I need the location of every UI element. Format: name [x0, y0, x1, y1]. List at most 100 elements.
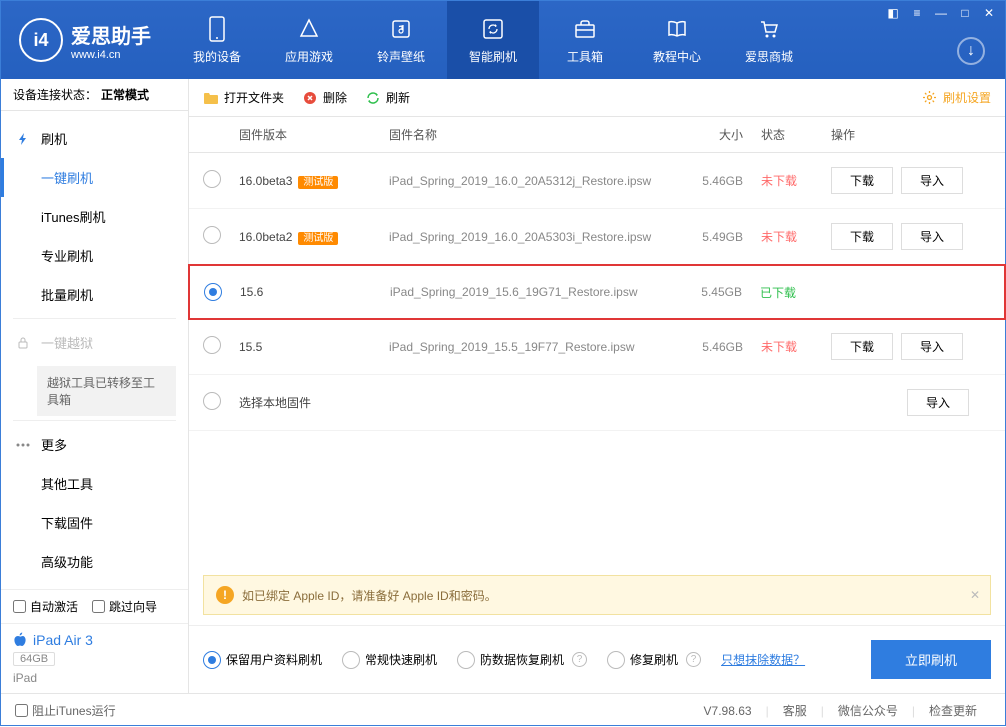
skip-wizard-checkbox[interactable]: 跳过向导 [92, 598, 157, 615]
sidebar-item-oneclick[interactable]: 一键刷机 [1, 158, 188, 197]
option-quick[interactable]: 常规快速刷机 [342, 651, 437, 669]
firmware-name: iPad_Spring_2019_15.5_19F77_Restore.ipsw [389, 340, 681, 354]
flash-settings-button[interactable]: 刷机设置 [922, 89, 991, 106]
firmware-status: 未下载 [761, 338, 831, 355]
nav-store[interactable]: 爱思商城 [723, 1, 815, 79]
sidebar-flash-header[interactable]: 刷机 [1, 119, 188, 158]
check-update-link[interactable]: 检查更新 [929, 702, 977, 719]
th-size: 大小 [681, 126, 761, 143]
maximize-icon[interactable]: □ [957, 5, 973, 21]
table-row[interactable]: 15.6 iPad_Spring_2019_15.6_19G71_Restore… [188, 264, 1006, 320]
nav-tutorial[interactable]: 教程中心 [631, 1, 723, 79]
delete-button[interactable]: 删除 [302, 89, 347, 106]
nav-toolbox[interactable]: 工具箱 [539, 1, 631, 79]
table-row[interactable]: 16.0beta2测试版 iPad_Spring_2019_16.0_20A53… [189, 209, 1005, 265]
nav-flash[interactable]: 智能刷机 [447, 1, 539, 79]
firmware-table: 16.0beta3测试版 iPad_Spring_2019_16.0_20A53… [189, 153, 1005, 431]
connection-status: 设备连接状态：正常模式 [1, 79, 188, 111]
app-site: www.i4.cn [71, 49, 151, 61]
close-icon[interactable]: ✕ [981, 5, 997, 21]
import-button[interactable]: 导入 [907, 389, 969, 416]
customer-service-link[interactable]: 客服 [783, 702, 807, 719]
download-button[interactable]: 下载 [831, 333, 893, 360]
download-button[interactable]: 下载 [831, 223, 893, 250]
firmware-name: iPad_Spring_2019_16.0_20A5312j_Restore.i… [389, 174, 681, 188]
footer: 阻止iTunes运行 V7.98.63 | 客服 | 微信公众号 | 检查更新 [1, 693, 1005, 727]
device-info[interactable]: iPad Air 3 64GB iPad [1, 623, 188, 693]
beta-badge: 测试版 [298, 232, 338, 245]
sidebar-item-pro[interactable]: 专业刷机 [1, 236, 188, 275]
sidebar-item-itunes[interactable]: iTunes刷机 [1, 197, 188, 236]
gear-icon [922, 90, 938, 106]
import-button[interactable]: 导入 [901, 167, 963, 194]
divider [13, 318, 176, 319]
table-row[interactable]: 16.0beta3测试版 iPad_Spring_2019_16.0_20A53… [189, 153, 1005, 209]
cart-icon [756, 16, 782, 42]
music-icon [388, 16, 414, 42]
lock-icon [15, 335, 31, 351]
download-indicator-icon[interactable]: ↓ [957, 37, 985, 65]
sidebar-item-advanced[interactable]: 高级功能 [1, 542, 188, 581]
table-row[interactable]: 15.5 iPad_Spring_2019_15.5_19F77_Restore… [189, 319, 1005, 375]
radio-icon [607, 651, 625, 669]
row-radio[interactable] [203, 170, 221, 188]
logo: i4 爱思助手 www.i4.cn [9, 18, 161, 62]
row-radio[interactable] [204, 283, 222, 301]
nav-apps[interactable]: 应用游戏 [263, 1, 355, 79]
local-firmware-label: 选择本地固件 [239, 394, 389, 411]
wechat-link[interactable]: 微信公众号 [838, 702, 898, 719]
firmware-version: 15.5 [239, 340, 262, 354]
app-name: 爱思助手 [71, 26, 151, 48]
row-radio[interactable] [203, 336, 221, 354]
firmware-version: 15.6 [240, 285, 263, 299]
option-antirecovery[interactable]: 防数据恢复刷机? [457, 651, 587, 669]
erase-link[interactable]: 只想抹除数据？ [721, 651, 805, 668]
option-keep-data[interactable]: 保留用户资料刷机 [203, 651, 322, 669]
th-ops: 操作 [831, 126, 991, 143]
firmware-version: 16.0beta2 [239, 230, 292, 244]
folder-icon [203, 90, 219, 106]
refresh-button[interactable]: 刷新 [365, 89, 410, 106]
apple-icon [13, 632, 27, 648]
menu-icon[interactable]: ≡ [909, 5, 925, 21]
book-icon [664, 16, 690, 42]
block-itunes-checkbox[interactable]: 阻止iTunes运行 [15, 702, 116, 719]
row-radio[interactable] [203, 392, 221, 410]
warning-icon: ! [216, 586, 234, 604]
warning-bar: ! 如已绑定 Apple ID，请准备好 Apple ID和密码。 ✕ [203, 575, 991, 615]
radio-icon [342, 651, 360, 669]
main-content: 打开文件夹 删除 刷新 刷机设置 固件版本 固件名称 大小 状态 操作 16.0… [189, 79, 1005, 693]
open-folder-button[interactable]: 打开文件夹 [203, 89, 284, 106]
firmware-size: 5.49GB [681, 230, 761, 244]
row-radio[interactable] [203, 226, 221, 244]
sidebar-more-header[interactable]: 更多 [1, 425, 188, 464]
option-repair[interactable]: 修复刷机? [607, 651, 701, 669]
toolbox-icon [572, 16, 598, 42]
radio-icon [457, 651, 475, 669]
help-icon[interactable]: ? [572, 652, 587, 667]
table-row-local[interactable]: 选择本地固件 导入 [189, 375, 1005, 431]
firmware-name: iPad_Spring_2019_15.6_19G71_Restore.ipsw [390, 285, 680, 299]
skin-icon[interactable]: ◧ [885, 5, 901, 21]
help-icon[interactable]: ? [686, 652, 701, 667]
download-button[interactable]: 下载 [831, 167, 893, 194]
warning-text: 如已绑定 Apple ID，请准备好 Apple ID和密码。 [242, 587, 497, 604]
window-controls: ◧ ≡ — □ ✕ [885, 5, 997, 21]
sidebar-item-batch[interactable]: 批量刷机 [1, 275, 188, 314]
auto-activate-checkbox[interactable]: 自动激活 [13, 598, 78, 615]
flash-now-button[interactable]: 立即刷机 [871, 640, 991, 679]
nav-ringtone[interactable]: 铃声壁纸 [355, 1, 447, 79]
import-button[interactable]: 导入 [901, 333, 963, 360]
th-version: 固件版本 [239, 126, 389, 143]
warning-close-icon[interactable]: ✕ [970, 588, 980, 602]
sidebar-jailbreak-header: 一键越狱 [1, 323, 188, 362]
version-label: V7.98.63 [704, 704, 752, 718]
sidebar-item-downloadfw[interactable]: 下载固件 [1, 503, 188, 542]
flash-icon [15, 131, 31, 147]
firmware-status: 未下载 [761, 228, 831, 245]
main-nav: 我的设备 应用游戏 铃声壁纸 智能刷机 工具箱 教程中心 爱思商城 [171, 1, 815, 79]
nav-my-device[interactable]: 我的设备 [171, 1, 263, 79]
sidebar-item-othertools[interactable]: 其他工具 [1, 464, 188, 503]
minimize-icon[interactable]: — [933, 5, 949, 21]
import-button[interactable]: 导入 [901, 223, 963, 250]
